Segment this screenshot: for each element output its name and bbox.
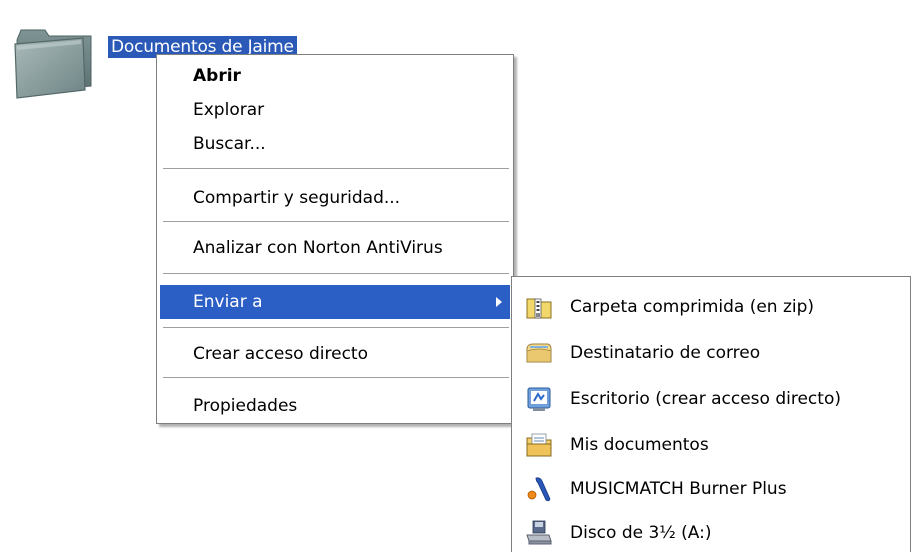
menu-item-buscar[interactable]: Buscar... <box>160 127 510 161</box>
desktop-shortcut-icon <box>527 387 551 411</box>
submenu-item-my-documents-label: Mis documentos <box>570 435 709 455</box>
submenu-item-mail-recipient[interactable]: Destinatario de correo <box>522 333 906 373</box>
menu-item-enviar-a[interactable]: Enviar a <box>160 285 510 319</box>
mail-recipient-icon <box>526 343 552 363</box>
my-documents-icon <box>526 433 552 457</box>
musicmatch-icon <box>527 477 551 502</box>
submenu-item-mail-recipient-label: Destinatario de correo <box>570 343 761 363</box>
context-menu: Abrir Explorar Buscar... Compartir y seg… <box>156 54 514 424</box>
folder-icon[interactable] <box>11 18 99 104</box>
menu-item-propiedades[interactable]: Propiedades <box>160 389 510 423</box>
submenu-item-musicmatch-label: MUSICMATCH Burner Plus <box>570 479 787 499</box>
menu-item-compartir-seguridad[interactable]: Compartir y seguridad... <box>160 181 510 215</box>
menu-item-crear-acceso-directo[interactable]: Crear acceso directo <box>160 337 510 371</box>
submenu-item-floppy-label: Disco de 3½ (A:) <box>570 523 712 543</box>
floppy-drive-icon <box>526 520 552 545</box>
menu-separator <box>163 221 509 222</box>
menu-item-abrir[interactable]: Abrir <box>160 59 510 93</box>
menu-separator <box>163 168 509 169</box>
send-to-submenu: Carpeta comprimida (en zip) Destinatario… <box>511 276 911 552</box>
menu-item-explorar[interactable]: Explorar <box>160 93 510 127</box>
menu-item-norton-antivirus[interactable]: Analizar con Norton AntiVirus <box>160 231 510 265</box>
submenu-item-desktop-shortcut[interactable]: Escritorio (crear acceso directo) <box>522 379 906 419</box>
menu-item-enviar-a-label: Enviar a <box>193 292 263 312</box>
submenu-item-floppy[interactable]: Disco de 3½ (A:) <box>522 513 906 552</box>
zip-folder-icon <box>526 298 552 319</box>
submenu-arrow-icon <box>496 297 502 307</box>
submenu-item-desktop-shortcut-label: Escritorio (crear acceso directo) <box>570 389 841 409</box>
submenu-item-zip[interactable]: Carpeta comprimida (en zip) <box>522 287 906 327</box>
menu-separator <box>163 273 509 274</box>
submenu-item-my-documents[interactable]: Mis documentos <box>522 425 906 465</box>
menu-separator <box>163 327 509 328</box>
submenu-item-zip-label: Carpeta comprimida (en zip) <box>570 297 815 317</box>
menu-separator <box>163 377 509 378</box>
submenu-item-musicmatch[interactable]: MUSICMATCH Burner Plus <box>522 469 906 509</box>
